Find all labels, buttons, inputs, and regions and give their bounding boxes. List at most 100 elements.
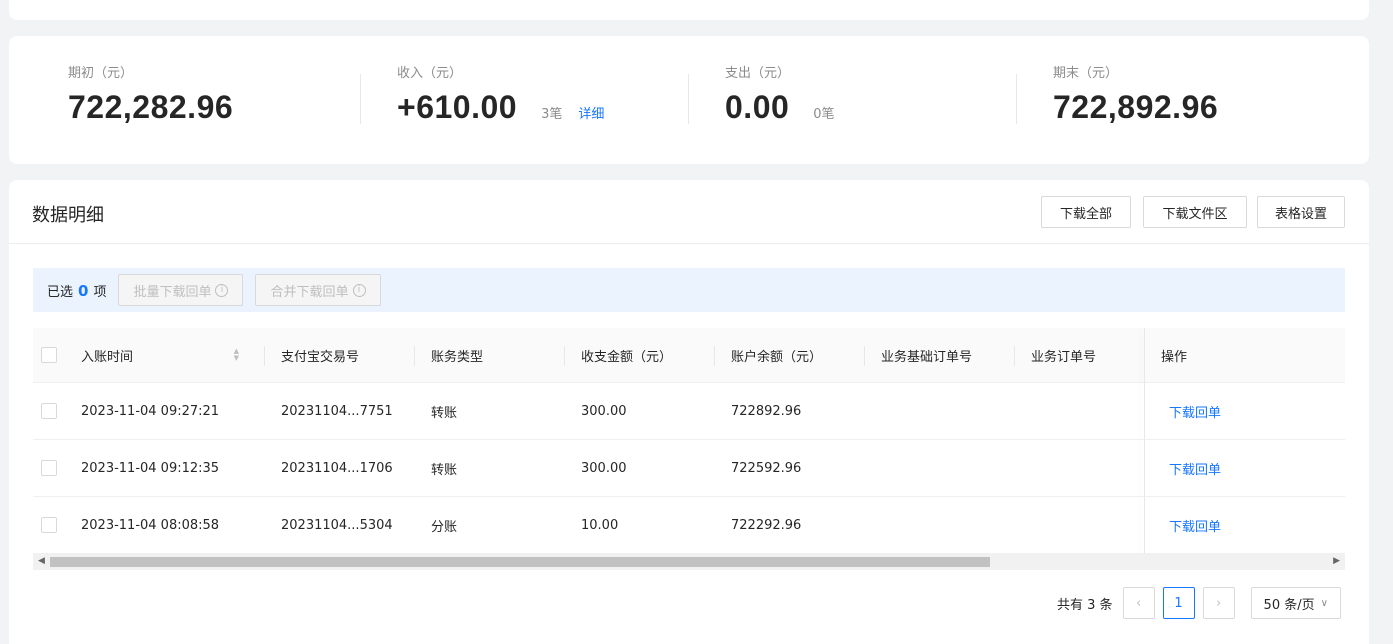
- total-count: 共有 3 条: [1057, 597, 1113, 613]
- selection-prefix: 已选: [47, 284, 74, 300]
- divider: [1016, 74, 1017, 124]
- row-select-cell: [41, 497, 57, 553]
- chevron-down-icon: ∨: [1320, 597, 1328, 609]
- select-all-cell: [41, 328, 57, 382]
- col-action: 操作: [1161, 349, 1188, 365]
- download-receipt-link[interactable]: 下载回单: [1169, 440, 1221, 496]
- opening-label: 期初（元）: [68, 66, 134, 81]
- cell-trade-no: 20231104...5304: [281, 517, 393, 533]
- expense-label: 支出（元）: [725, 66, 791, 81]
- cell-type: 分账: [431, 519, 458, 535]
- row-checkbox[interactable]: [41, 517, 57, 533]
- panel-title: 数据明细: [32, 205, 104, 226]
- closing-value: 722,892.96: [1053, 89, 1219, 125]
- download-receipt-label: 下载回单: [1169, 405, 1222, 421]
- row-checkbox[interactable]: [41, 460, 57, 476]
- column-divider: [264, 346, 265, 366]
- table-row: 2023-11-04 09:12:35 20231104...1706 转账 3…: [33, 440, 1345, 497]
- row-select-cell: [41, 383, 57, 439]
- col-time[interactable]: 入账时间 ▲ ▼: [81, 328, 255, 382]
- col-trade-no: 支付宝交易号: [281, 349, 360, 365]
- download-all-button[interactable]: 下载全部: [1041, 196, 1131, 228]
- selection-count: 0: [78, 281, 89, 300]
- cell-type: 转账: [431, 405, 458, 421]
- select-all-checkbox[interactable]: [41, 347, 57, 363]
- col-base-order: 业务基础订单号: [881, 349, 973, 365]
- column-divider: [564, 346, 565, 366]
- download-receipt-label: 下载回单: [1169, 519, 1222, 535]
- table-row: 2023-11-04 09:27:21 20231104...7751 转账 3…: [33, 383, 1345, 440]
- selection-suffix: 项: [93, 284, 107, 300]
- expense-value: 0.00: [725, 89, 790, 125]
- download-files-button[interactable]: 下载文件区: [1143, 196, 1247, 228]
- next-page-button[interactable]: ›: [1202, 587, 1235, 619]
- merge-download-label: 合并下载回单: [270, 284, 349, 300]
- income-label: 收入（元）: [397, 66, 463, 81]
- divider: [688, 74, 689, 124]
- closing-label: 期末（元）: [1053, 66, 1119, 81]
- cell-type: 转账: [431, 462, 458, 478]
- cell-amount: 10.00: [581, 517, 619, 533]
- transaction-table: 入账时间 ▲ ▼ 支付宝交易号 账务类型 收支金额（元） 账户余额（元） 业务基础…: [33, 328, 1345, 554]
- pagination: 共有 3 条 ‹ 1 › 50 条/页 ∨: [1057, 587, 1341, 619]
- table-settings-button[interactable]: 表格设置: [1257, 196, 1345, 228]
- scroll-right-icon[interactable]: ▶: [1333, 556, 1340, 566]
- closing-balance: 期末（元） 722,892.96: [1053, 62, 1218, 126]
- scrollbar-thumb[interactable]: [50, 557, 990, 567]
- prev-page-button[interactable]: ‹: [1122, 587, 1155, 619]
- cell-balance: 722292.96: [731, 517, 802, 533]
- column-divider: [714, 346, 715, 366]
- cell-time: 2023-11-04 08:08:58: [81, 517, 220, 533]
- sort-icon[interactable]: ▲ ▼: [234, 348, 239, 362]
- cell-time: 2023-11-04 09:27:21: [81, 403, 220, 419]
- column-divider: [864, 346, 865, 366]
- download-receipt-label: 下载回单: [1169, 462, 1222, 478]
- chevron-left-icon: ‹: [1135, 595, 1142, 611]
- chevron-right-icon: ›: [1215, 595, 1222, 611]
- income-count: 3笔: [541, 107, 563, 122]
- col-order: 业务订单号: [1031, 349, 1097, 365]
- batch-download-label: 批量下载回单: [133, 284, 212, 300]
- column-divider: [1014, 346, 1015, 366]
- merge-download-button[interactable]: 合并下载回单 i: [255, 274, 381, 306]
- table-row: 2023-11-04 08:08:58 20231104...5304 分账 1…: [33, 497, 1345, 554]
- cell-trade-no: 20231104...7751: [281, 403, 393, 419]
- fixed-column-divider: [1144, 328, 1145, 554]
- col-type: 账务类型: [431, 349, 484, 365]
- col-amount: 收支金额（元）: [581, 349, 673, 365]
- selection-bar: 已选 0 项 批量下载回单 i 合并下载回单 i: [33, 268, 1345, 312]
- cell-balance: 722592.96: [731, 460, 802, 476]
- cell-amount: 300.00: [581, 460, 627, 476]
- scroll-left-icon[interactable]: ◀: [38, 556, 45, 566]
- balance-summary-card: 期初（元） 722,282.96 收入（元） +610.00 3笔 详细 支出（…: [9, 36, 1369, 164]
- page-size-select[interactable]: 50 条/页 ∨: [1250, 587, 1341, 619]
- batch-download-button[interactable]: 批量下载回单 i: [118, 274, 244, 306]
- info-icon: i: [352, 283, 366, 297]
- page-size-label: 50 条/页: [1263, 597, 1315, 613]
- selection-count-text: 已选 0 项: [47, 281, 106, 300]
- download-receipt-link[interactable]: 下载回单: [1169, 497, 1221, 553]
- opening-balance: 期初（元） 722,282.96: [68, 62, 233, 126]
- row-checkbox[interactable]: [41, 403, 57, 419]
- data-detail-panel: 数据明细 下载全部 下载文件区 表格设置 已选 0 项 批量下载回单 i 合并下…: [9, 180, 1369, 644]
- income-detail-link[interactable]: 详细: [578, 103, 604, 122]
- table-header: 入账时间 ▲ ▼ 支付宝交易号 账务类型 收支金额（元） 账户余额（元） 业务基础…: [33, 328, 1345, 383]
- cell-balance: 722892.96: [731, 403, 802, 419]
- col-time-label: 入账时间: [81, 349, 134, 365]
- divider: [360, 74, 361, 124]
- income-value: +610.00: [397, 89, 518, 125]
- cell-time: 2023-11-04 09:12:35: [81, 460, 220, 476]
- col-balance: 账户余额（元）: [731, 349, 823, 365]
- page-number-button[interactable]: 1: [1162, 587, 1195, 619]
- expense-count: 0笔: [813, 107, 835, 122]
- opening-value: 722,282.96: [68, 89, 234, 125]
- horizontal-scrollbar[interactable]: ◀ ▶: [33, 554, 1345, 570]
- expense-stat: 支出（元） 0.00 0笔: [725, 62, 835, 126]
- row-select-cell: [41, 440, 57, 496]
- info-icon: i: [215, 283, 229, 297]
- column-divider: [414, 346, 415, 366]
- income-stat: 收入（元） +610.00 3笔 详细: [397, 62, 604, 126]
- download-receipt-link[interactable]: 下载回单: [1169, 383, 1221, 439]
- top-card-edge: [9, 0, 1369, 20]
- cell-trade-no: 20231104...1706: [281, 460, 393, 476]
